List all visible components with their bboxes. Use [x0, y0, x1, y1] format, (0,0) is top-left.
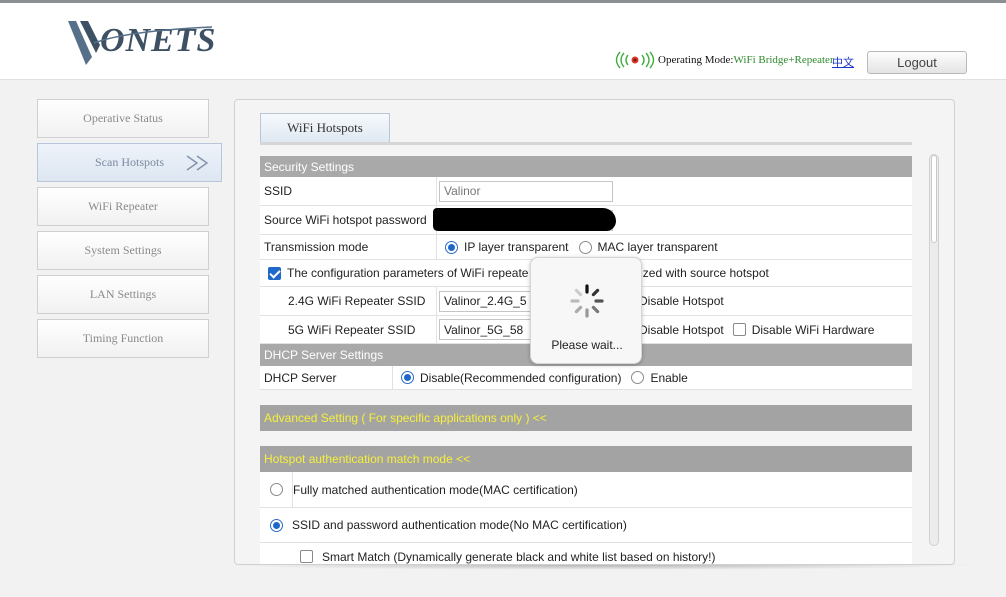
loading-message: Please wait...	[551, 338, 623, 352]
loading-popup: Please wait...	[530, 257, 642, 364]
section-auth-match-mode[interactable]: Hotspot authentication match mode <<	[260, 446, 912, 472]
smart-match-row: Smart Match (Dynamically generate black …	[260, 543, 912, 564]
password-label: Source WiFi hotspot password	[260, 206, 437, 234]
transmission-options: IP layer transparent MAC layer transpare…	[445, 240, 718, 254]
operating-mode: Operating Mode: WiFi Bridge+Repeater	[614, 50, 834, 70]
radio-button[interactable]	[401, 371, 414, 384]
radio-dhcp-enable[interactable]: Enable	[631, 370, 688, 385]
section-title: Hotspot authentication match mode <<	[264, 452, 471, 466]
sidebar-item-lan-settings[interactable]: LAN Settings	[37, 275, 209, 314]
sidebar-item-label: System Settings	[84, 243, 162, 257]
option-label: Disable Hotspot	[639, 322, 724, 337]
section-security-settings: Security Settings	[260, 156, 912, 177]
section-title: DHCP Server Settings	[264, 348, 384, 362]
scrollbar-thumb[interactable]	[931, 155, 937, 243]
disable-wifi-hardware-option[interactable]: Disable WiFi Hardware	[732, 322, 875, 337]
radio-label: IP layer transparent	[464, 240, 569, 254]
auth-ssid-row: SSID and password authentication mode(No…	[260, 508, 912, 543]
radio-ssid-auth[interactable]	[270, 518, 283, 532]
radio-label: Disable(Recommended configuration)	[420, 370, 622, 385]
radio-mac-layer[interactable]: MAC layer transparent	[578, 240, 718, 254]
top-bar: ONETS Operating Mode: WiFi Bridge+Repeat…	[0, 0, 1006, 80]
tab-wifi-hotspots[interactable]: WiFi Hotspots	[260, 113, 390, 142]
ssid-label: SSID	[260, 177, 437, 205]
sidebar-item-label: WiFi Repeater	[88, 199, 158, 213]
ssid-row: SSID Valinor	[260, 177, 912, 206]
radio-button[interactable]	[578, 240, 592, 254]
smart-match-label: Smart Match (Dynamically generate black …	[322, 550, 716, 564]
auth-ssid-label: SSID and password authentication mode(No…	[292, 518, 627, 532]
disable-hotspot-5-option[interactable]: Disable Hotspot	[639, 323, 724, 337]
vonets-logo: ONETS	[68, 21, 215, 65]
sync-text-right: nized with source hotspot	[633, 266, 769, 280]
sidebar-item-label: LAN Settings	[89, 287, 157, 301]
auth-full-label: Fully matched authentication mode(MAC ce…	[292, 472, 578, 507]
section-title: Advanced Setting ( For specific applicat…	[264, 411, 547, 425]
signal-icon	[615, 51, 655, 69]
ssid24-label: 2.4G WiFi Repeater SSID	[260, 287, 437, 315]
auth-full-row: Fully matched authentication mode(MAC ce…	[260, 472, 912, 508]
radio-label: MAC layer transparent	[597, 240, 718, 254]
radio-label: Enable	[650, 370, 688, 385]
sidebar-item-system-settings[interactable]: System Settings	[37, 231, 209, 270]
sync-checkbox[interactable]	[268, 266, 281, 280]
sidebar-item-label: Operative Status	[83, 111, 163, 125]
sidebar-item-scan-hotspots[interactable]: Scan Hotspots	[37, 143, 222, 182]
sidebar-item-timing-function[interactable]: Timing Function	[37, 319, 209, 358]
ssid24-input[interactable]: Valinor_2.4G_5	[439, 290, 539, 312]
dhcp-options: Disable(Recommended configuration) Enabl…	[401, 371, 688, 385]
radio-dhcp-disable[interactable]: Disable(Recommended configuration)	[401, 371, 621, 385]
operating-mode-label: Operating Mode:	[658, 54, 734, 66]
disable-wifi-hardware-checkbox[interactable]	[732, 323, 746, 336]
logout-button[interactable]: Logout	[867, 51, 967, 74]
sidebar-item-operative-status[interactable]: Operative Status	[37, 99, 209, 138]
sidebar-item-label: Scan Hotspots	[95, 155, 164, 169]
ssid5-label: 5G WiFi Repeater SSID	[260, 316, 437, 343]
tab-underline	[260, 142, 912, 145]
smart-match-checkbox[interactable]	[300, 550, 313, 563]
sync-text-left: The configuration parameters of WiFi rep…	[287, 266, 529, 280]
section-advanced-setting[interactable]: Advanced Setting ( For specific applicat…	[260, 405, 912, 431]
operating-mode-value: WiFi Bridge+Repeater	[733, 54, 834, 66]
sidebar-item-label: Timing Function	[82, 331, 164, 345]
section-title: Security Settings	[264, 159, 355, 174]
dhcp-row: DHCP Server Disable(Recommended configur…	[260, 366, 912, 390]
language-link[interactable]: 中文	[832, 54, 854, 70]
disable-hotspot-24-option[interactable]: Disable Hotspot	[639, 294, 724, 308]
loading-spinner-icon	[570, 284, 604, 318]
ssid5-input[interactable]: Valinor_5G_58	[439, 319, 539, 340]
option-label: Disable WiFi Hardware	[751, 322, 875, 337]
password-redaction	[433, 208, 616, 231]
double-chevron-right-icon	[186, 155, 209, 171]
ssid-input[interactable]: Valinor	[439, 180, 613, 202]
radio-full-auth[interactable]	[270, 483, 283, 496]
option-label: Disable Hotspot	[639, 294, 724, 308]
content-scrollbar[interactable]	[929, 154, 939, 546]
radio-ip-layer[interactable]: IP layer transparent	[445, 240, 569, 254]
radio-button[interactable]	[445, 240, 458, 254]
dhcp-label: DHCP Server	[260, 366, 393, 389]
radio-button[interactable]	[631, 371, 645, 384]
transmission-label: Transmission mode	[260, 235, 437, 259]
sidebar-item-wifi-repeater[interactable]: WiFi Repeater	[37, 187, 209, 226]
